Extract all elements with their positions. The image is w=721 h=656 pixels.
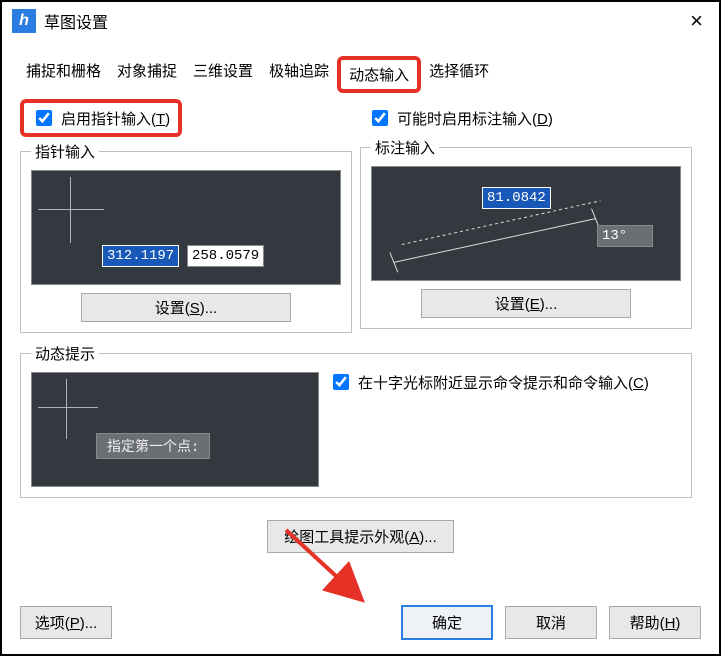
dimension-length-value: 81.0842: [482, 187, 551, 209]
enable-pointer-input-label: 启用指针输入(T): [61, 108, 170, 129]
pointer-x-value: 312.1197: [102, 245, 179, 267]
options-button[interactable]: 选项(P)...: [20, 606, 112, 639]
pointer-input-column: 启用指针输入(T) 指针输入 312.1197 258.0579 设置(S)..…: [20, 99, 352, 333]
crosshair-vertical: [70, 177, 71, 243]
enable-dimension-input-label: 可能时启用标注输入(D): [397, 108, 553, 129]
command-prompt-text: 指定第一个点:: [96, 433, 210, 459]
dimension-line-icon: [372, 167, 680, 281]
app-icon: h: [12, 9, 36, 33]
show-prompt-near-cursor-wrap: 在十字光标附近显示命令提示和命令输入(C): [329, 372, 681, 487]
tab-snap-grid[interactable]: 捕捉和栅格: [18, 56, 109, 93]
enable-pointer-input-checkbox[interactable]: [36, 110, 52, 126]
crosshair-vertical: [66, 379, 67, 439]
dimension-input-fieldset: 标注输入 81.0842 13° 设置(E)...: [360, 137, 692, 329]
tab-selection-cycle[interactable]: 选择循环: [421, 56, 497, 93]
titlebar: h 草图设置 ×: [2, 2, 719, 40]
tab-bar: 捕捉和栅格 对象捕捉 三维设置 极轴追踪 动态输入 选择循环: [2, 40, 719, 93]
dimension-input-legend: 标注输入: [371, 137, 439, 158]
tab-osnap[interactable]: 对象捕捉: [109, 56, 185, 93]
dynamic-prompt-preview: 指定第一个点:: [31, 372, 319, 487]
dynamic-prompt-fieldset: 动态提示 指定第一个点: 在十字光标附近显示命令提示和命令输入(C): [20, 343, 692, 498]
pointer-input-fieldset: 指针输入 312.1197 258.0579 设置(S)...: [20, 141, 352, 333]
tooltip-appearance-button[interactable]: 绘图工具提示外观(A)...: [267, 520, 454, 553]
show-prompt-near-cursor-label: 在十字光标附近显示命令提示和命令输入(C): [358, 372, 649, 487]
show-prompt-near-cursor-checkbox[interactable]: [333, 374, 349, 390]
pointer-y-value: 258.0579: [187, 245, 264, 267]
dimension-angle-value: 13°: [597, 225, 653, 247]
close-icon[interactable]: ×: [684, 8, 709, 34]
tab-polar[interactable]: 极轴追踪: [261, 56, 337, 93]
tab-dynamic-input[interactable]: 动态输入: [337, 56, 421, 93]
help-button[interactable]: 帮助(H): [609, 606, 701, 639]
pointer-input-legend: 指针输入: [31, 141, 99, 162]
dialog-window: h 草图设置 × 捕捉和栅格 对象捕捉 三维设置 极轴追踪 动态输入 选择循环 …: [0, 0, 721, 656]
dialog-footer: 选项(P)... 确定 取消 帮助(H): [2, 605, 719, 640]
ok-button[interactable]: 确定: [401, 605, 493, 640]
content-area: 启用指针输入(T) 指针输入 312.1197 258.0579 设置(S)..…: [2, 93, 719, 553]
dimension-input-column: 可能时启用标注输入(D) 标注输入 81.0842 13°: [360, 99, 692, 333]
enable-pointer-input-checkbox-wrap: 启用指针输入(T): [20, 99, 182, 137]
pointer-settings-button[interactable]: 设置(S)...: [81, 293, 291, 322]
dimension-input-preview: 81.0842 13°: [371, 166, 681, 281]
tab-3d[interactable]: 三维设置: [185, 56, 261, 93]
pointer-input-preview: 312.1197 258.0579: [31, 170, 341, 285]
window-title: 草图设置: [44, 9, 684, 33]
dynamic-prompt-legend: 动态提示: [31, 343, 99, 364]
enable-dimension-input-checkbox[interactable]: [372, 110, 388, 126]
cancel-button[interactable]: 取消: [505, 606, 597, 639]
crosshair-horizontal: [38, 407, 98, 408]
dimension-settings-button[interactable]: 设置(E)...: [421, 289, 631, 318]
crosshair-horizontal: [38, 209, 104, 210]
